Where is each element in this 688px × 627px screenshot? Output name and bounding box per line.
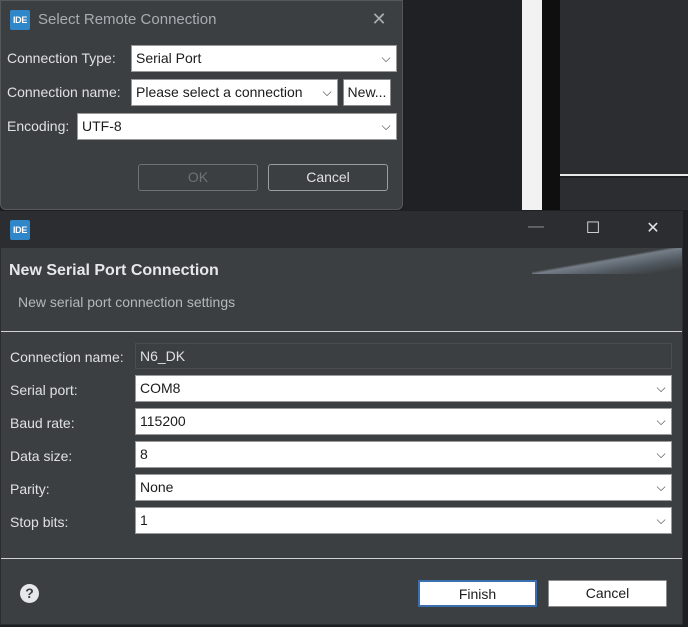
chevron-down-icon: ⌵ xyxy=(317,80,337,105)
connection-name-input[interactable]: N6_DK xyxy=(135,343,672,369)
finish-button[interactable]: Finish xyxy=(418,580,537,607)
encoding-select[interactable]: UTF-8 ⌵ xyxy=(77,113,397,140)
chevron-down-icon: ⌵ xyxy=(651,442,671,467)
wizard-header: New Serial Port Connection New serial po… xyxy=(1,248,682,332)
data-size-value: 8 xyxy=(140,446,148,462)
stop-bits-value: 1 xyxy=(140,512,148,528)
background-editor-panel xyxy=(560,0,688,176)
ide-logo-icon: IDE xyxy=(10,10,30,30)
close-icon[interactable]: ✕ xyxy=(641,218,665,238)
maximize-icon[interactable]: ☐ xyxy=(581,218,605,238)
connection-type-label: Connection Type: xyxy=(7,50,116,66)
encoding-label: Encoding: xyxy=(7,118,70,134)
stop-bits-select[interactable]: 1 ⌵ xyxy=(135,507,672,534)
dialog-titlebar: IDE Select Remote Connection ✕ xyxy=(1,1,402,39)
baud-rate-label: Baud rate: xyxy=(10,415,75,431)
chevron-down-icon: ⌵ xyxy=(651,409,671,434)
ok-button[interactable]: OK xyxy=(138,164,258,191)
data-size-label: Data size: xyxy=(10,448,73,464)
ide-logo-icon: IDE xyxy=(10,220,30,240)
chevron-down-icon: ⌵ xyxy=(376,46,396,71)
stop-bits-label: Stop bits: xyxy=(10,514,69,530)
close-icon[interactable]: ✕ xyxy=(370,10,388,28)
baud-rate-select[interactable]: 115200 ⌵ xyxy=(135,408,672,435)
background-panel xyxy=(404,0,522,210)
chevron-down-icon: ⌵ xyxy=(651,376,671,401)
connection-name-value: Please select a connection xyxy=(136,84,303,100)
header-decoration xyxy=(532,248,682,274)
wizard-subtitle: New serial port connection settings xyxy=(18,294,236,310)
help-icon[interactable]: ? xyxy=(20,584,39,603)
new-serial-port-connection-dialog: IDE — ☐ ✕ New Serial Port Connection New… xyxy=(0,211,683,625)
footer-separator xyxy=(1,558,682,559)
connection-name-select[interactable]: Please select a connection ⌵ xyxy=(131,79,338,106)
serial-port-select[interactable]: COM8 ⌵ xyxy=(135,375,672,402)
new-connection-button[interactable]: New... xyxy=(343,79,391,106)
background-editor-panel-lower xyxy=(560,178,688,210)
background-strip xyxy=(522,0,542,210)
connection-name-label: Connection name: xyxy=(10,349,124,365)
dialog-titlebar: IDE — ☐ ✕ xyxy=(1,212,682,248)
serial-port-label: Serial port: xyxy=(10,382,78,398)
chevron-down-icon: ⌵ xyxy=(651,475,671,500)
baud-rate-value: 115200 xyxy=(140,413,186,429)
data-size-select[interactable]: 8 ⌵ xyxy=(135,441,672,468)
encoding-value: UTF-8 xyxy=(82,118,122,134)
connection-type-select[interactable]: Serial Port ⌵ xyxy=(131,45,397,72)
parity-value: None xyxy=(140,479,174,495)
wizard-title: New Serial Port Connection xyxy=(9,262,219,279)
serial-port-value: COM8 xyxy=(140,380,181,396)
background-divider xyxy=(542,0,560,210)
parity-select[interactable]: None ⌵ xyxy=(135,474,672,501)
connection-name-label: Connection name: xyxy=(7,84,121,100)
chevron-down-icon: ⌵ xyxy=(376,114,396,139)
connection-type-value: Serial Port xyxy=(136,50,202,66)
dialog-title: Select Remote Connection xyxy=(38,11,217,28)
chevron-down-icon: ⌵ xyxy=(651,508,671,533)
minimize-icon[interactable]: — xyxy=(524,218,548,236)
cancel-button[interactable]: Cancel xyxy=(268,164,388,191)
select-remote-connection-dialog: IDE Select Remote Connection ✕ Connectio… xyxy=(0,0,403,210)
parity-label: Parity: xyxy=(10,481,50,497)
cancel-button[interactable]: Cancel xyxy=(548,580,667,607)
